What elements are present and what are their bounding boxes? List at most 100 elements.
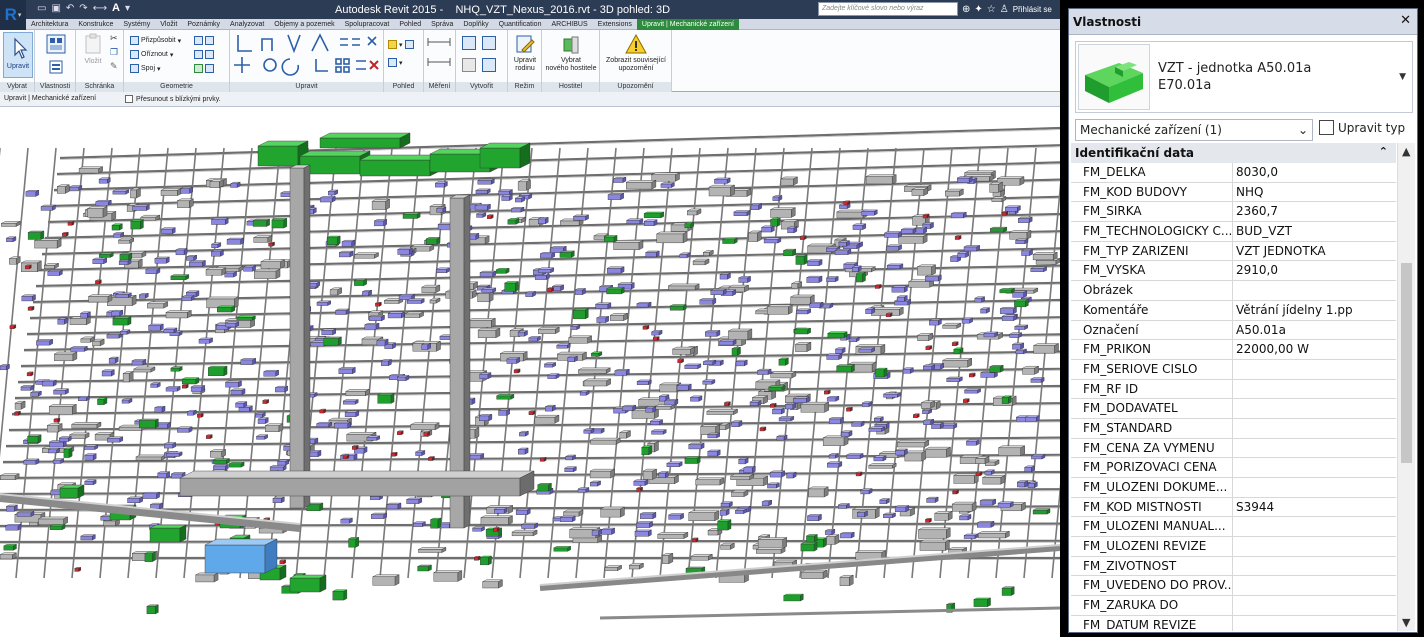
property-row[interactable]: FM_DODAVATEL xyxy=(1071,399,1396,419)
match-type-icon[interactable]: ✎ xyxy=(110,62,118,72)
tab-12[interactable]: Quantification xyxy=(494,19,547,30)
property-row[interactable]: Obrázek xyxy=(1071,281,1396,301)
tab-4[interactable]: Vložit xyxy=(155,19,182,30)
create-assembly-icon[interactable] xyxy=(462,58,476,72)
tab-1[interactable]: Architektura xyxy=(26,19,73,30)
property-value[interactable] xyxy=(1233,517,1396,536)
tab-9[interactable]: Pohled xyxy=(394,19,426,30)
measure-icon[interactable]: ⟷ xyxy=(93,3,107,14)
property-value[interactable]: 2360,7 xyxy=(1233,202,1396,221)
measure-tool-icon[interactable] xyxy=(426,32,454,76)
property-row[interactable]: FM_ZARUKA DO xyxy=(1071,596,1396,616)
property-value[interactable] xyxy=(1233,439,1396,458)
category-filter-select[interactable]: Mechanické zařízení (1) ⌄ xyxy=(1075,119,1313,141)
property-row[interactable]: FM_SERIOVE CISLO xyxy=(1071,359,1396,380)
property-row[interactable]: FM_TECHNOLOGICKY C... BUD_VZT xyxy=(1071,222,1396,242)
property-value[interactable] xyxy=(1233,616,1396,631)
subscription-icon[interactable]: ✦ xyxy=(974,4,982,15)
cut-icon[interactable]: ✂ xyxy=(110,34,118,44)
scroll-thumb[interactable] xyxy=(1401,263,1412,463)
property-value[interactable]: 22000,00 W xyxy=(1233,340,1396,359)
property-row[interactable]: FM_ULOZENI MANUAL... xyxy=(1071,517,1396,538)
property-row[interactable]: FM_KOD BUDOVY NHQ xyxy=(1071,182,1396,203)
property-value[interactable] xyxy=(1233,281,1396,300)
property-row[interactable]: FM_STANDARD xyxy=(1071,418,1396,439)
property-value[interactable]: 8030,0 xyxy=(1233,163,1396,182)
scroll-down-icon[interactable]: ▼ xyxy=(1402,616,1410,629)
3d-view-canvas[interactable] xyxy=(0,108,1060,637)
override-graphics-icon[interactable] xyxy=(388,40,397,49)
property-value[interactable]: Větrání jídelny 1.pp xyxy=(1233,301,1396,320)
wall-join-icon[interactable] xyxy=(194,36,203,45)
property-row[interactable]: Komentáře Větrání jídelny 1.pp xyxy=(1071,300,1396,321)
type-dropdown-icon[interactable]: ▼ xyxy=(1399,72,1406,82)
tab-2[interactable]: Konstrukce xyxy=(73,19,118,30)
demolish-icon[interactable] xyxy=(194,50,203,59)
open-icon[interactable]: ▭ xyxy=(37,3,46,14)
property-value[interactable] xyxy=(1233,576,1396,595)
property-row[interactable]: FM_DELKA 8030,0 xyxy=(1071,163,1396,183)
application-menu-button[interactable]: R ▾ xyxy=(0,0,26,30)
fit-button[interactable]: Přizpůsobit ▾ xyxy=(130,36,181,45)
tab-7[interactable]: Objemy a pozemek xyxy=(269,19,339,30)
search-input[interactable]: Zadejte klíčové slovo nebo výraz xyxy=(818,2,958,16)
scroll-up-icon[interactable]: ▲ xyxy=(1402,145,1410,158)
property-value[interactable] xyxy=(1233,360,1396,379)
property-value[interactable]: A50.01a xyxy=(1233,321,1396,340)
property-row[interactable]: FM_TYP ZARIZENI VZT JEDNOTKA xyxy=(1071,241,1396,262)
property-value[interactable]: VZT JEDNOTKA xyxy=(1233,242,1396,261)
property-row[interactable]: Označení A50.01a xyxy=(1071,320,1396,341)
collapse-icon[interactable]: ⌃ xyxy=(1379,145,1388,158)
property-row[interactable]: FM_SIRKA 2360,7 xyxy=(1071,202,1396,223)
property-value[interactable] xyxy=(1233,399,1396,418)
property-row[interactable]: FM_RF ID xyxy=(1071,379,1396,400)
coping-icon[interactable] xyxy=(194,64,203,73)
property-value[interactable]: BUD_VZT xyxy=(1233,222,1396,241)
tab-13[interactable]: ARCHIBUS xyxy=(546,19,592,30)
group-header[interactable]: Identifikační data ⌃ xyxy=(1071,143,1396,163)
view-filter-icon[interactable] xyxy=(388,58,397,67)
copy-icon[interactable]: ❐ xyxy=(110,48,118,58)
binoculars-icon[interactable]: ⊕ xyxy=(962,4,970,15)
property-row[interactable]: FM_PORIZOVACI CENA xyxy=(1071,458,1396,478)
tab-15[interactable]: Upravit | Mechanické zařízení xyxy=(636,18,739,30)
paint-icon[interactable] xyxy=(205,50,214,59)
hide-icon[interactable] xyxy=(404,40,414,49)
property-row[interactable]: FM_ZIVOTNOST xyxy=(1071,556,1396,577)
hvac-model-3d[interactable] xyxy=(0,108,1060,637)
tab-6[interactable]: Analyzovat xyxy=(225,19,269,30)
properties-icon[interactable] xyxy=(45,33,67,55)
save-icon[interactable]: ▣ xyxy=(51,3,60,14)
tab-11[interactable]: Doplňky xyxy=(458,19,493,30)
property-row[interactable]: FM_ULOZENI DOKUME... xyxy=(1071,478,1396,498)
star-icon[interactable]: ☆ xyxy=(987,4,996,15)
property-value[interactable] xyxy=(1233,380,1396,399)
property-row[interactable]: FM_KOD MISTNOSTI S3944 xyxy=(1071,497,1396,518)
move-with-nearby-checkbox[interactable]: Přesunout s blízkými prvky. xyxy=(125,95,221,103)
property-row[interactable]: FM_CENA ZA VYMENU xyxy=(1071,438,1396,459)
property-value[interactable] xyxy=(1233,478,1396,497)
text-tool-icon[interactable]: A xyxy=(112,2,120,14)
type-selector[interactable]: VZT - jednotka A50.01a E70.01a ▼ xyxy=(1075,41,1413,113)
close-icon[interactable]: ✕ xyxy=(1400,13,1411,28)
user-icon[interactable]: ♙ xyxy=(1000,4,1009,15)
beam-join-icon[interactable] xyxy=(205,64,214,73)
property-row[interactable]: FM_ULOZENI REVIZE xyxy=(1071,537,1396,557)
property-row[interactable]: FM_VYSKA 2910,0 xyxy=(1071,261,1396,282)
property-value[interactable]: 2910,0 xyxy=(1233,261,1396,280)
create-group-icon[interactable] xyxy=(462,36,476,50)
edit-type-button[interactable]: Upravit typ xyxy=(1319,120,1405,135)
type-properties-icon[interactable] xyxy=(49,60,63,74)
join-button[interactable]: Spoj ▾ xyxy=(130,64,161,73)
create-parts-icon[interactable] xyxy=(482,36,496,50)
tab-8[interactable]: Spolupracovat xyxy=(340,19,395,30)
property-row[interactable]: FM_UVEDENO DO PROV... xyxy=(1071,576,1396,597)
property-value[interactable] xyxy=(1233,537,1396,556)
create-similar-icon[interactable] xyxy=(482,58,496,72)
tab-10[interactable]: Správa xyxy=(426,19,458,30)
property-row[interactable]: FM_PRIKON 22000,00 W xyxy=(1071,340,1396,360)
property-value[interactable] xyxy=(1233,458,1396,477)
split-face-icon[interactable] xyxy=(205,36,214,45)
tab-5[interactable]: Poznámky xyxy=(182,19,225,30)
tab-14[interactable]: Extensions xyxy=(593,19,637,30)
